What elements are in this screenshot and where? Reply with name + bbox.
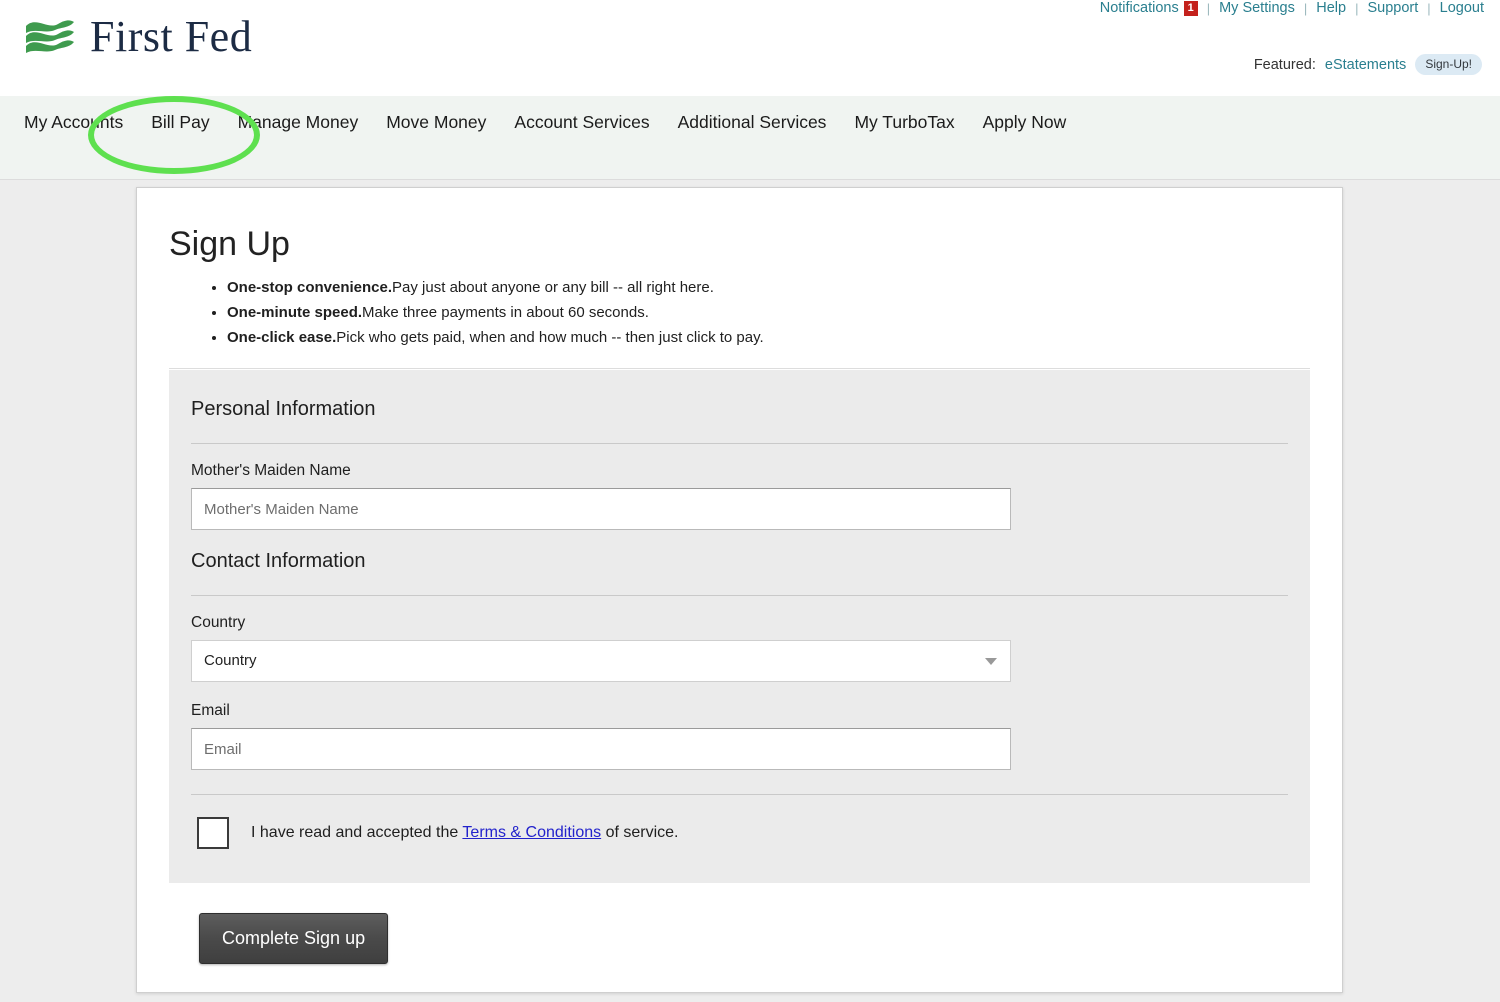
submit-area: Complete Sign up (169, 883, 1310, 965)
nav-item-account-services[interactable]: Account Services (500, 108, 663, 136)
terms-checkbox[interactable] (197, 817, 229, 850)
email-label: Email (191, 702, 230, 720)
signup-card: Sign Up One-stop convenience.Pay just ab… (136, 187, 1343, 993)
featured-row: Featured: eStatements Sign-Up! (1254, 54, 1482, 75)
page-title: Sign Up (169, 225, 290, 263)
list-item: One-stop convenience.Pay just about anyo… (227, 277, 1310, 298)
util-separator: | (1355, 0, 1359, 16)
country-label: Country (191, 614, 246, 632)
benefit-text: Pay just about anyone or any bill -- all… (392, 279, 714, 297)
benefit-lead: One-minute speed. (227, 304, 363, 322)
benefit-text: Pick who gets paid, when and how much --… (336, 329, 764, 347)
signup-pill-button[interactable]: Sign-Up! (1415, 54, 1482, 75)
field-email: Email (191, 702, 1288, 771)
util-nav-item-help[interactable]: Help (1316, 0, 1346, 16)
nav-item-my-turbotax[interactable]: My TurboTax (840, 108, 968, 136)
list-item: One-minute speed.Make three payments in … (227, 302, 1310, 323)
terms-text-before: I have read and accepted the (251, 824, 463, 842)
nav-item-move-money[interactable]: Move Money (372, 108, 500, 136)
util-nav-item-notifications[interactable]: Notifications 1 (1100, 0, 1198, 16)
nav-item-bill-pay[interactable]: Bill Pay (137, 108, 223, 136)
signup-form-panel: Personal Information Mother's Maiden Nam… (169, 370, 1310, 884)
divider (169, 368, 1310, 370)
notifications-link[interactable]: Notifications (1100, 0, 1179, 16)
country-select[interactable]: Country (191, 640, 1011, 683)
brand-name: First Fed (90, 12, 253, 61)
mothers-maiden-name-label: Mother's Maiden Name (191, 462, 351, 480)
benefit-text: Make three payments in about 60 seconds. (362, 304, 649, 322)
wave-logo-icon (26, 20, 74, 53)
util-separator: | (1303, 0, 1308, 16)
nav-item-apply-now[interactable]: Apply Now (969, 108, 1081, 136)
estatements-link[interactable]: eStatements (1325, 57, 1406, 73)
list-item: One-click ease.Pick who gets paid, when … (227, 327, 1310, 348)
benefit-lead: One-stop convenience. (227, 279, 393, 297)
benefits-list: One-stop convenience.Pay just about anyo… (169, 277, 1310, 348)
util-separator: | (1427, 0, 1431, 16)
email-input[interactable] (191, 728, 1011, 771)
main-navigation: My Accounts Bill Pay Manage Money Move M… (0, 96, 1500, 180)
complete-signup-button[interactable]: Complete Sign up (199, 913, 389, 965)
field-mothers-maiden-name: Mother's Maiden Name (191, 462, 1288, 531)
site-header: First Fed Notifications 1 | My Settings … (0, 0, 1500, 96)
section-heading-contact-information: Contact Information (191, 550, 366, 573)
field-country: Country Country (191, 614, 1288, 683)
section-heading-personal-information: Personal Information (191, 398, 376, 421)
divider (191, 595, 1288, 597)
util-nav-item-support[interactable]: Support (1367, 0, 1418, 16)
divider (191, 443, 1288, 445)
util-separator: | (1206, 0, 1211, 16)
util-nav-item-logout[interactable]: Logout (1440, 0, 1484, 16)
nav-item-additional-services[interactable]: Additional Services (664, 108, 841, 136)
terms-text-after: of service. (601, 824, 679, 842)
nav-item-manage-money[interactable]: Manage Money (224, 108, 373, 136)
terms-text: I have read and accepted the Terms & Con… (251, 824, 679, 842)
terms-row: I have read and accepted the Terms & Con… (191, 817, 1288, 850)
benefit-lead: One-click ease. (227, 329, 337, 347)
brand-logo[interactable]: First Fed (22, 14, 252, 60)
terms-and-conditions-link[interactable]: Terms & Conditions (462, 824, 601, 841)
divider (191, 794, 1288, 796)
nav-item-my-accounts[interactable]: My Accounts (24, 108, 137, 136)
mothers-maiden-name-input[interactable] (191, 488, 1011, 531)
utility-nav: Notifications 1 | My Settings | Help | S… (1100, 0, 1484, 16)
featured-label: Featured: (1253, 56, 1316, 73)
util-nav-item-my-settings[interactable]: My Settings (1219, 0, 1295, 16)
notifications-badge: 1 (1183, 0, 1198, 16)
